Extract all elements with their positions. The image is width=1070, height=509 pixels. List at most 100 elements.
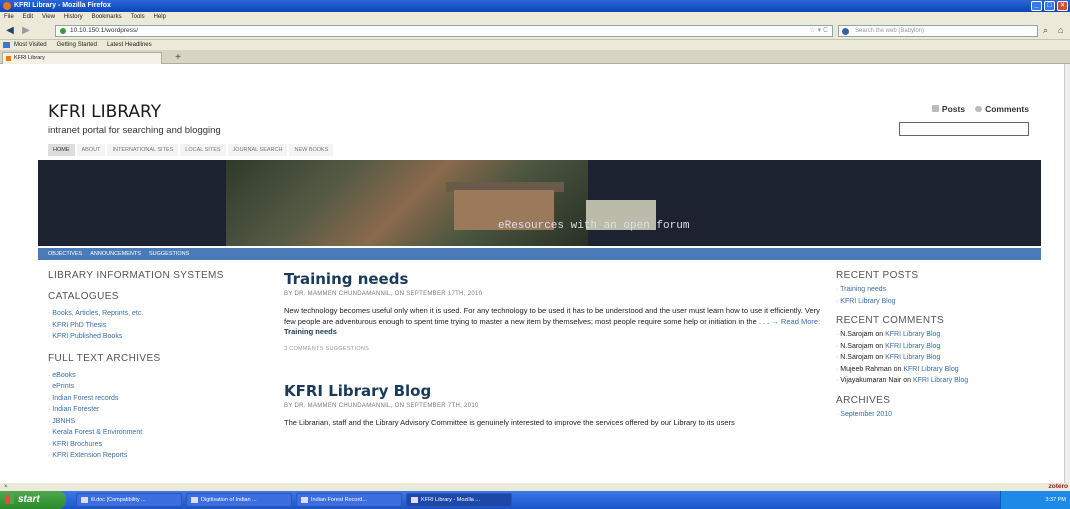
search-icon[interactable]: ⌕ [1043, 25, 1048, 36]
nav-about[interactable]: ABOUT [76, 144, 106, 156]
catalogues-list: Books, Articles, Reprints, etc. KFRI PhD… [48, 308, 278, 343]
list-item: N.Sarojam on KFRI Library Blog [836, 329, 1036, 341]
post-title[interactable]: KFRI Library Blog [284, 382, 829, 400]
list-item[interactable]: KFRI Extension Reports [48, 450, 278, 462]
vertical-scrollbar[interactable] [1064, 64, 1070, 483]
menu-file[interactable]: File [4, 12, 14, 22]
comment-icon [975, 106, 983, 112]
page-viewport: KFRI LIBRARY intranet portal for searchi… [0, 64, 1064, 483]
window-title: KFRI Library - Mozilla Firefox [14, 2, 111, 9]
start-button[interactable]: start [0, 491, 66, 509]
menu-help[interactable]: Help [154, 12, 166, 22]
find-close-icon[interactable]: × [4, 484, 8, 490]
posts-feed-link[interactable]: Posts [931, 104, 965, 114]
post-excerpt: New technology becomes useful only when … [284, 306, 821, 336]
main-nav: HOME ABOUT INTERNATIONAL SITES LOCAL SIT… [48, 144, 334, 156]
web-search-input[interactable]: Search the web (Babylon) [838, 25, 1038, 37]
list-item[interactable]: KFRI PhD Thesis [48, 320, 278, 332]
list-item[interactable]: Indian Forest records [48, 393, 278, 405]
url-bar[interactable]: 10.10.150.1/wordpress/ ☆ ▾ C [55, 25, 833, 37]
read-more-link[interactable]: Training needs [284, 327, 337, 336]
menu-tools[interactable]: Tools [131, 12, 145, 22]
menu-bookmarks[interactable]: Bookmarks [92, 12, 122, 22]
list-item[interactable]: Indian Forester [48, 404, 278, 416]
subnav-objectives[interactable]: OBJECTIVES [48, 248, 82, 260]
bookmarks-toolbar: Most Visited Getting Started Latest Head… [0, 40, 1070, 50]
taskbar-item-digitisation[interactable]: Digitisation of Indian ... [186, 493, 292, 507]
feed-links: Posts Comments [931, 104, 1029, 114]
list-item: Mujeeb Rahman on KFRI Library Blog [836, 364, 1036, 376]
recent-comments-heading: RECENT COMMENTS [836, 315, 945, 326]
nav-local-sites[interactable]: LOCAL SITES [180, 144, 226, 156]
post-title[interactable]: Training needs [284, 270, 829, 288]
zotero-status[interactable]: zotero [1049, 483, 1069, 491]
menu-edit[interactable]: Edit [23, 12, 33, 22]
document-icon [191, 497, 198, 503]
bookmark-star-icon[interactable]: ☆ ▾ C [809, 26, 828, 36]
site-identity-icon[interactable] [60, 28, 66, 34]
tab-strip: KFRI Library + [0, 50, 1070, 64]
comment-post-link[interactable]: KFRI Library Blog [885, 354, 940, 361]
maximize-button[interactable]: □ [1044, 1, 1055, 11]
header-banner: eResources with an open forum [38, 160, 1041, 246]
bookmark-latest-headlines[interactable]: Latest Headlines [107, 40, 152, 50]
window-titlebar: KFRI Library - Mozilla Firefox _ □ × [0, 0, 1070, 12]
list-item[interactable]: KFRI Published Books [48, 331, 278, 343]
comment-post-link[interactable]: KFRI Library Blog [885, 331, 940, 338]
list-item[interactable]: Kerala Forest & Environment [48, 427, 278, 439]
list-item[interactable]: KFRI Library Blog [836, 296, 1036, 308]
home-icon[interactable]: ⌂ [1058, 25, 1063, 35]
nav-international-sites[interactable]: INTERNATIONAL SITES [107, 144, 179, 156]
site-search-input[interactable] [899, 122, 1029, 136]
read-more-label: → Read More: [769, 316, 821, 326]
windows-taskbar: start ill.doc [Compatibility ... Digitis… [0, 491, 1070, 509]
menu-view[interactable]: View [42, 12, 55, 22]
system-tray: 3:37 PM [1000, 491, 1070, 509]
back-icon[interactable]: ◀ [4, 25, 16, 37]
search-engine-icon[interactable] [842, 28, 849, 35]
nav-new-books[interactable]: NEW BOOKS [289, 144, 334, 156]
list-item[interactable]: JBNHS [48, 416, 278, 428]
site-title[interactable]: KFRI LIBRARY [48, 102, 161, 122]
bookmark-most-visited[interactable]: Most Visited [14, 40, 47, 50]
comment-post-link[interactable]: KFRI Library Blog [913, 377, 968, 384]
taskbar-item-firefox[interactable]: KFRI Library - Mozilla ... [406, 493, 512, 507]
library-building-photo [226, 160, 656, 246]
windows-logo-icon [5, 495, 14, 504]
archives-list: September 2010 [836, 409, 1036, 421]
list-item[interactable]: Books, Articles, Reprints, etc. [48, 308, 278, 320]
post-content: Training needs BY DR. MAMMEN CHUNDAMANNI… [284, 270, 829, 428]
list-item[interactable]: ePrints [48, 381, 278, 393]
url-text: 10.10.150.1/wordpress/ [70, 27, 138, 34]
close-button[interactable]: × [1057, 1, 1068, 11]
subnav-announcements[interactable]: ANNOUNCEMENTS [90, 248, 141, 260]
subnav-suggestions[interactable]: SUGGESTIONS [149, 248, 189, 260]
list-item: N.Sarojam on KFRI Library Blog [836, 341, 1036, 353]
status-bar: × zotero [0, 483, 1070, 491]
navigation-toolbar: ◀ ▶ 10.10.150.1/wordpress/ ☆ ▾ C Search … [0, 22, 1070, 40]
list-item[interactable]: KFRI Brochures [48, 439, 278, 451]
bookmark-getting-started[interactable]: Getting Started [57, 40, 97, 50]
forward-icon[interactable]: ▶ [20, 25, 32, 37]
fulltext-archives-list: eBooks ePrints Indian Forest records Ind… [48, 370, 278, 462]
list-item[interactable]: September 2010 [836, 409, 1036, 421]
minimize-button[interactable]: _ [1031, 1, 1042, 11]
new-tab-button[interactable]: + [170, 52, 186, 64]
taskbar-item-word[interactable]: ill.doc [Compatibility ... [76, 493, 182, 507]
comment-post-link[interactable]: KFRI Library Blog [885, 343, 940, 350]
site-description: intranet portal for searching and bloggi… [48, 125, 221, 136]
list-item[interactable]: eBooks [48, 370, 278, 382]
taskbar-item-folder[interactable]: Indian Forest Record... [296, 493, 402, 507]
wordpress-page: KFRI LIBRARY intranet portal for searchi… [34, 84, 1041, 483]
nav-home[interactable]: HOME [48, 144, 75, 156]
right-sidebar: RECENT POSTS Training needs KFRI Library… [836, 270, 1036, 428]
archives-heading: FULL TEXT ARCHIVES [48, 352, 161, 364]
menu-history[interactable]: History [64, 12, 83, 22]
list-item[interactable]: Training needs [836, 284, 1036, 296]
post-meta: BY DR. MAMMEN CHUNDAMANNIL, ON SEPTEMBER… [284, 291, 483, 297]
comments-feed-link[interactable]: Comments [975, 104, 1029, 114]
recent-posts-heading: RECENT POSTS [836, 270, 919, 281]
nav-journal-search[interactable]: JOURNAL SEARCH [227, 144, 288, 156]
tab-kfri-library[interactable]: KFRI Library [2, 52, 162, 64]
comment-post-link[interactable]: KFRI Library Blog [903, 366, 958, 373]
